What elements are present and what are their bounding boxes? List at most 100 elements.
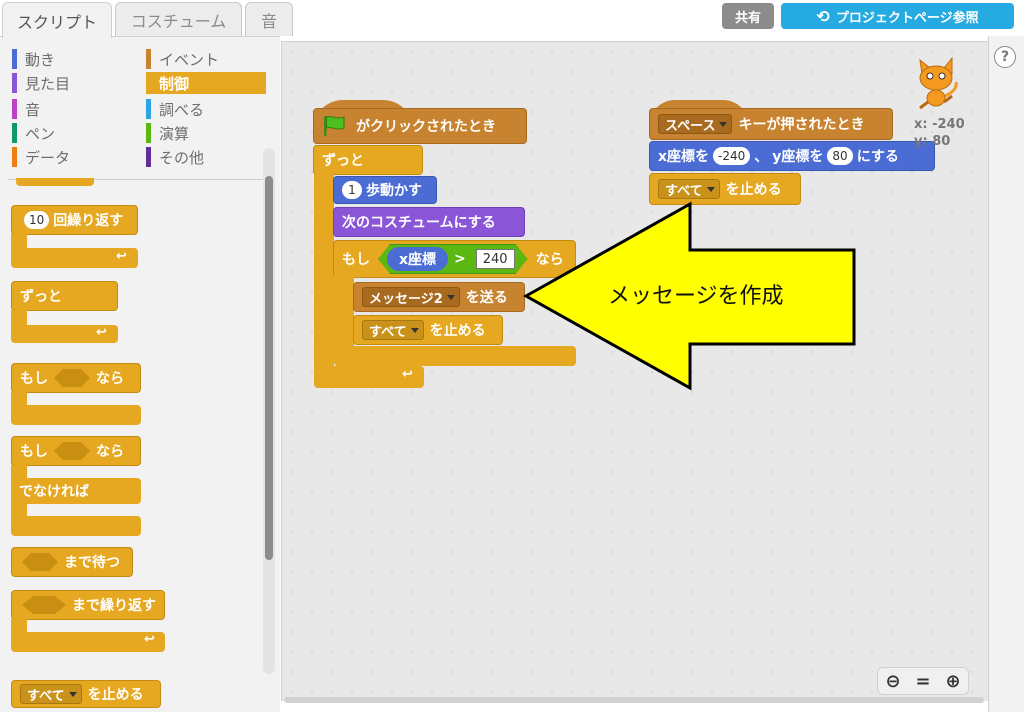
sprite-cat-icon xyxy=(919,56,958,110)
category-sensing[interactable]: 調べる xyxy=(146,98,266,120)
category-sound[interactable]: 音 xyxy=(12,98,130,120)
if-head[interactable]: もし なら xyxy=(11,363,141,393)
category-control[interactable]: 制御 xyxy=(146,72,266,94)
palette-block-partial[interactable] xyxy=(16,178,94,186)
category-swatch xyxy=(12,73,17,93)
move-label: 歩動かす xyxy=(366,183,422,199)
category-more[interactable]: その他 xyxy=(146,146,266,168)
condition-slot[interactable] xyxy=(54,369,90,387)
broadcast-block[interactable]: メッセージ2 を送る xyxy=(353,282,525,312)
category-label: イベント xyxy=(159,50,220,69)
zoom-in-icon[interactable]: ⊕ xyxy=(945,671,960,692)
steps-input[interactable]: 1 xyxy=(342,181,362,199)
right-panel xyxy=(988,36,1024,712)
category-looks[interactable]: 見た目 xyxy=(12,72,130,94)
c-foot xyxy=(11,632,165,652)
move-steps-block[interactable]: 1 歩動かす xyxy=(333,176,437,204)
y-input[interactable]: 80 xyxy=(827,147,853,165)
c-arm xyxy=(11,503,27,517)
c-arm xyxy=(11,619,27,633)
palette-block-wait-until[interactable]: まで待つ xyxy=(11,547,133,577)
c-arm xyxy=(11,234,27,248)
if-label: もし xyxy=(342,252,370,268)
repeat-label: 回繰り返す xyxy=(53,213,124,229)
category-label: データ xyxy=(25,148,71,167)
category-swatch xyxy=(146,73,151,93)
key-dropdown[interactable]: スペース xyxy=(658,114,733,134)
stop-option-dropdown[interactable]: すべて xyxy=(362,320,424,340)
greater-than-operator[interactable]: x座標 > 240 xyxy=(378,244,528,274)
stop-option-value: すべて xyxy=(665,183,703,199)
category-swatch xyxy=(12,123,17,143)
category-motion[interactable]: 動き xyxy=(12,48,130,70)
chevron-down-icon xyxy=(706,186,715,192)
category-events[interactable]: イベント xyxy=(146,48,266,70)
forever-label: ずっと xyxy=(20,289,62,305)
repeat-count-input[interactable]: 10 xyxy=(24,211,50,229)
repeat-until-head[interactable]: まで繰り返す xyxy=(11,590,165,620)
category-pen[interactable]: ペン xyxy=(12,122,130,144)
stop-label: を止める xyxy=(87,687,144,703)
condition-slot[interactable] xyxy=(54,442,90,460)
stop-option-dropdown[interactable]: すべて xyxy=(20,684,82,704)
category-swatch xyxy=(12,99,17,119)
when-flag-clicked-block[interactable]: がクリックされたとき xyxy=(313,108,527,144)
refresh-icon: ⟲ xyxy=(816,6,830,26)
zoom-reset-button[interactable]: = xyxy=(915,671,930,692)
loop-arrow-icon: ↩ xyxy=(116,249,127,264)
stop-option-value: すべて xyxy=(27,688,65,704)
then-label: なら xyxy=(96,444,124,460)
next-costume-block[interactable]: 次のコスチュームにする xyxy=(333,207,525,237)
share-button[interactable]: 共有 xyxy=(722,3,774,29)
category-label: ペン xyxy=(25,124,56,143)
c-foot xyxy=(11,405,141,425)
if-arm xyxy=(334,276,354,348)
script-area-hscrollbar[interactable] xyxy=(284,697,984,703)
category-swatch xyxy=(12,49,17,69)
help-button[interactable]: ? xyxy=(994,46,1016,68)
broadcast-label: を送る xyxy=(465,290,508,306)
if-label: もし xyxy=(20,444,48,460)
x-input[interactable]: -240 xyxy=(713,147,751,165)
chevron-down-icon xyxy=(719,121,728,127)
category-data[interactable]: データ xyxy=(12,146,130,168)
forever-block[interactable]: ずっと xyxy=(313,145,423,175)
category-label: 制御 xyxy=(159,74,190,93)
key-value: スペース xyxy=(665,118,716,134)
green-flag-icon xyxy=(324,116,345,136)
then-label: なら xyxy=(96,371,124,387)
wait-until-label: まで待つ xyxy=(64,555,120,571)
project-page-button[interactable]: ⟲ プロジェクトページ参照 xyxy=(781,3,1014,29)
palette-block-stop[interactable]: すべて を止める xyxy=(11,680,161,708)
condition-slot[interactable] xyxy=(22,596,66,614)
else-row: でなければ xyxy=(11,478,141,504)
compare-value-input[interactable]: 240 xyxy=(475,249,515,269)
message-dropdown[interactable]: メッセージ2 xyxy=(362,287,460,307)
stop-block[interactable]: すべて を止める xyxy=(353,315,503,345)
loop-arrow-icon: ↩ xyxy=(96,325,107,340)
goto-xy-block[interactable]: x座標を -240 、 y座標を 80 にする xyxy=(649,141,935,171)
repeat-head[interactable]: 10 回繰り返す xyxy=(11,205,138,235)
gt-symbol: > xyxy=(454,251,466,267)
category-label: 演算 xyxy=(159,124,190,143)
forever-head[interactable]: ずっと xyxy=(11,281,118,311)
tab-costumes[interactable]: コスチューム xyxy=(115,2,242,36)
c-foot xyxy=(11,516,141,536)
category-operators[interactable]: 演算 xyxy=(146,122,266,144)
next-costume-label: 次のコスチュームにする xyxy=(342,215,496,231)
forever-arm xyxy=(314,174,334,370)
comma: 、 xyxy=(754,149,769,165)
condition-slot[interactable] xyxy=(22,553,58,571)
palette-scroll-thumb[interactable] xyxy=(265,176,273,560)
category-swatch xyxy=(146,123,151,143)
tab-scripts[interactable]: スクリプト xyxy=(2,2,112,38)
if-else-head[interactable]: もし なら xyxy=(11,436,141,466)
if-label: もし xyxy=(20,371,48,387)
zoom-out-icon[interactable]: ⊖ xyxy=(885,671,900,692)
when-key-pressed-block[interactable]: スペース キーが押されたとき xyxy=(649,108,893,140)
stop-option-dropdown[interactable]: すべて xyxy=(658,179,720,199)
x-position-reporter[interactable]: x座標 xyxy=(387,247,449,271)
tab-sounds[interactable]: 音 xyxy=(245,2,293,36)
stop-label: を止める xyxy=(429,323,486,339)
sprite-x-readout: x: -240 xyxy=(914,117,965,132)
